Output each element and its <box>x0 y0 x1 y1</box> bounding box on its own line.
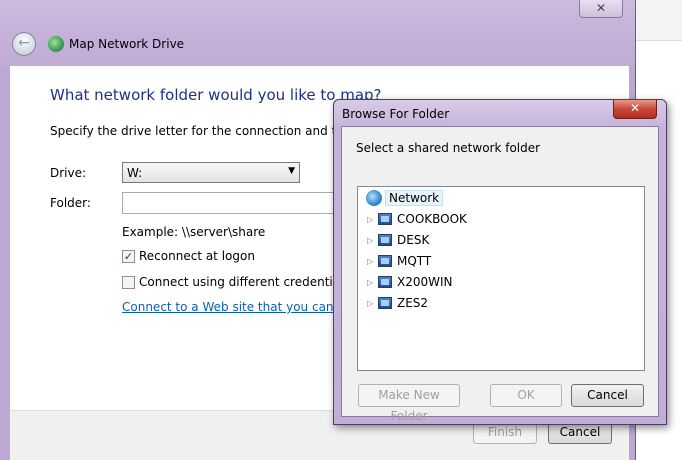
computer-icon <box>378 234 392 246</box>
tree-item-desk[interactable]: ▷ DESK <box>367 233 429 247</box>
back-button[interactable]: ← <box>12 32 36 56</box>
folder-example: Example: \\server\share <box>122 225 266 239</box>
network-drive-icon <box>48 36 64 52</box>
tree-item-label: MQTT <box>397 254 432 268</box>
page-instructions: Specify the drive letter for the connect… <box>50 124 378 138</box>
close-icon: ✕ <box>595 1 607 15</box>
credentials-checkbox[interactable] <box>122 275 135 289</box>
folder-input[interactable] <box>122 192 336 214</box>
triangle-right-icon[interactable]: ▷ <box>367 215 375 224</box>
triangle-right-icon[interactable]: ▷ <box>367 236 375 245</box>
triangle-right-icon[interactable]: ▷ <box>367 299 375 308</box>
ok-button[interactable]: OK <box>490 384 562 407</box>
computer-icon <box>378 255 392 267</box>
credentials-option[interactable]: Connect using different credentials <box>122 275 350 289</box>
tree-item-label: ZES2 <box>397 296 429 310</box>
background-divider <box>636 40 682 41</box>
tree-item-x200win[interactable]: ▷ X200WIN <box>367 275 453 289</box>
reconnect-label: Reconnect at logon <box>139 249 255 263</box>
browse-for-folder-dialog: Browse For Folder ✕ Select a shared netw… <box>333 99 667 425</box>
drive-select-value: W: <box>127 166 143 180</box>
tree-item-label: X200WIN <box>397 275 453 289</box>
dialog-title: Browse For Folder <box>342 107 450 121</box>
computer-icon <box>378 276 392 288</box>
web-site-link[interactable]: Connect to a Web site that you can use t <box>122 300 367 314</box>
drive-select[interactable]: W: ▼ <box>122 162 300 183</box>
chevron-down-icon: ▼ <box>288 166 295 176</box>
close-icon: ✕ <box>629 101 641 115</box>
tree-item-label: COOKBOOK <box>397 212 467 226</box>
dialog-cancel-button[interactable]: Cancel <box>571 384 644 407</box>
credentials-label: Connect using different credentials <box>139 275 350 289</box>
triangle-right-icon[interactable]: ▷ <box>367 257 375 266</box>
folder-tree[interactable]: Network ▷ COOKBOOK ▷ DESK ▷ MQTT ▷ X200W… <box>357 186 645 371</box>
make-new-folder-button[interactable]: Make New Folder <box>358 384 460 423</box>
dialog-prompt: Select a shared network folder <box>356 141 541 155</box>
computer-icon <box>378 213 392 225</box>
triangle-right-icon[interactable]: ▷ <box>367 278 375 287</box>
tree-item-zes2[interactable]: ▷ ZES2 <box>367 296 428 310</box>
tree-item-label: Network <box>385 190 444 206</box>
window-close-button[interactable]: ✕ <box>579 0 623 18</box>
window-title: Map Network Drive <box>69 37 185 51</box>
reconnect-checkbox[interactable]: ✓ <box>122 249 135 263</box>
window-frame <box>0 0 635 66</box>
reconnect-option[interactable]: ✓ Reconnect at logon <box>122 249 255 263</box>
page-heading: What network folder would you like to ma… <box>50 86 382 104</box>
computer-icon <box>378 297 392 309</box>
folder-label: Folder: <box>50 196 91 210</box>
dialog-close-button[interactable]: ✕ <box>613 100 657 119</box>
drive-label: Drive: <box>50 166 87 180</box>
tree-item-mqtt[interactable]: ▷ MQTT <box>367 254 431 268</box>
tree-item-network[interactable]: Network <box>366 190 444 206</box>
tree-item-cookbook[interactable]: ▷ COOKBOOK <box>367 212 467 226</box>
dialog-body: Select a shared network folder Network ▷… <box>341 126 659 423</box>
network-globe-icon <box>366 190 382 206</box>
back-arrow-icon: ← <box>18 35 30 51</box>
tree-item-label: DESK <box>397 233 430 247</box>
